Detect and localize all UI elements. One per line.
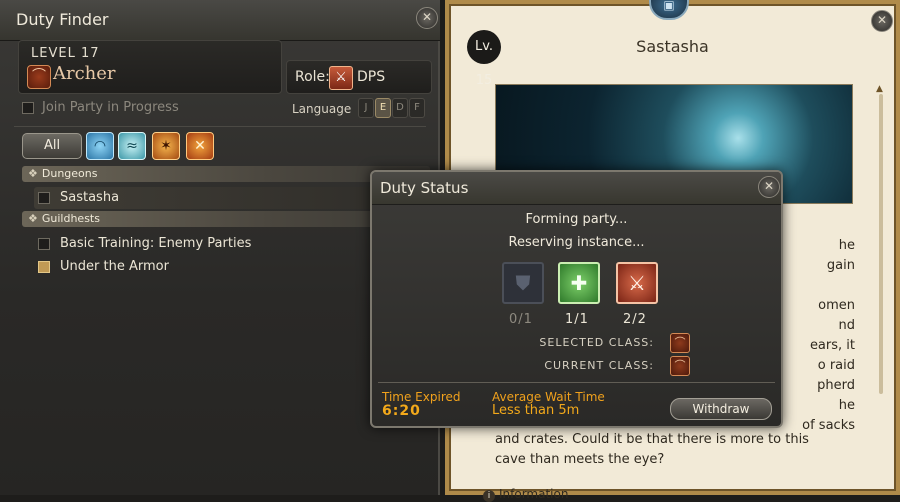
time-expired-label: Time Expired — [382, 390, 461, 404]
cross-icon: ✚ — [558, 262, 600, 304]
role-info: Role: ⚔ DPS — [286, 60, 432, 94]
divider — [378, 382, 775, 383]
close-icon[interactable]: ✕ — [416, 7, 438, 29]
healer-count: 1/1 — [565, 312, 589, 327]
scroll-up-icon[interactable]: ▲ — [876, 84, 883, 94]
status-reserving: Reserving instance... — [508, 235, 645, 250]
close-icon[interactable]: ✕ — [758, 176, 780, 198]
language-label: Language — [292, 102, 352, 116]
selected-class-label: SELECTED CLASS: — [539, 336, 654, 349]
filter-all-button[interactable]: All — [22, 133, 82, 159]
bow-icon: ⌒ — [670, 356, 690, 376]
category-label: Dungeons — [41, 167, 98, 180]
category-dungeons[interactable]: ❖ Dungeons — [22, 166, 430, 182]
role-value: DPS — [357, 69, 386, 85]
duty-label: Under the Armor — [60, 259, 169, 274]
duty-type-icon: ▣ — [649, 0, 689, 20]
bow-icon: ⌒ — [670, 333, 690, 353]
duty-finder-titlebar[interactable]: Duty Finder ✕ — [0, 0, 440, 41]
join-party-label: Join Party in Progress — [42, 100, 179, 115]
duty-title: Sastasha — [636, 37, 709, 56]
avg-wait-label: Average Wait Time — [492, 390, 605, 404]
duty-checkbox[interactable] — [38, 237, 50, 250]
withdraw-button[interactable]: Withdraw — [670, 398, 772, 420]
close-icon[interactable]: ✕ — [871, 10, 893, 32]
role-label: Role: — [295, 69, 330, 85]
trial-filter-icon[interactable]: ✶ — [152, 132, 180, 160]
duty-label: Basic Training: Enemy Parties — [60, 236, 252, 251]
duty-status-titlebar[interactable]: Duty Status ✕ — [372, 172, 781, 205]
tank-count: 0/1 — [509, 312, 533, 327]
language-e-button[interactable]: E — [375, 98, 391, 118]
shield-icon: ⛊ — [502, 262, 544, 304]
category-guildhests[interactable]: ❖ Guildhests — [22, 211, 430, 227]
duty-finder-title: Duty Finder — [16, 10, 109, 29]
avg-wait-value: Less than 5m — [492, 403, 580, 418]
category-icon: ❖ — [28, 212, 38, 225]
current-class-label: CURRENT CLASS: — [544, 359, 654, 372]
scrollbar[interactable] — [879, 94, 883, 394]
language-d-button[interactable]: D — [392, 98, 408, 118]
info-icon: i — [483, 490, 495, 502]
duty-status-window: Duty Status ✕ Forming party... Reserving… — [370, 170, 783, 428]
bow-icon: ⌒ — [27, 65, 51, 89]
sword-icon: ⚔ — [329, 66, 353, 90]
pvp-filter-icon[interactable]: ✕ — [186, 132, 214, 160]
category-icon: ❖ — [28, 167, 38, 180]
duty-status-title: Duty Status — [380, 179, 469, 197]
duty-label: Sastasha — [60, 190, 120, 205]
duty-checkbox[interactable] — [38, 191, 50, 204]
level-label: LEVEL 17 — [31, 46, 100, 61]
dps-count: 2/2 — [623, 312, 647, 327]
join-party-option[interactable]: Join Party in Progress — [22, 100, 179, 115]
status-forming: Forming party... — [525, 212, 628, 227]
dungeon-filter-icon[interactable]: ◠ — [86, 132, 114, 160]
guildhest-filter-icon[interactable]: ≈ — [118, 132, 146, 160]
time-expired-value: 6:20 — [382, 403, 421, 419]
sword-icon: ⚔ — [616, 262, 658, 304]
duty-checkbox[interactable] — [38, 260, 50, 273]
divider — [14, 126, 426, 127]
duty-description-end: and crates. Could it be that there is mo… — [495, 432, 809, 467]
category-label: Guildhests — [41, 212, 100, 225]
information-label: Information — [499, 487, 569, 501]
join-party-checkbox[interactable] — [22, 101, 34, 114]
language-f-button[interactable]: F — [409, 98, 425, 118]
language-j-button[interactable]: J — [358, 98, 374, 118]
job-info: LEVEL 17 ⌒ Archer — [18, 40, 282, 94]
job-name: Archer — [53, 63, 116, 84]
